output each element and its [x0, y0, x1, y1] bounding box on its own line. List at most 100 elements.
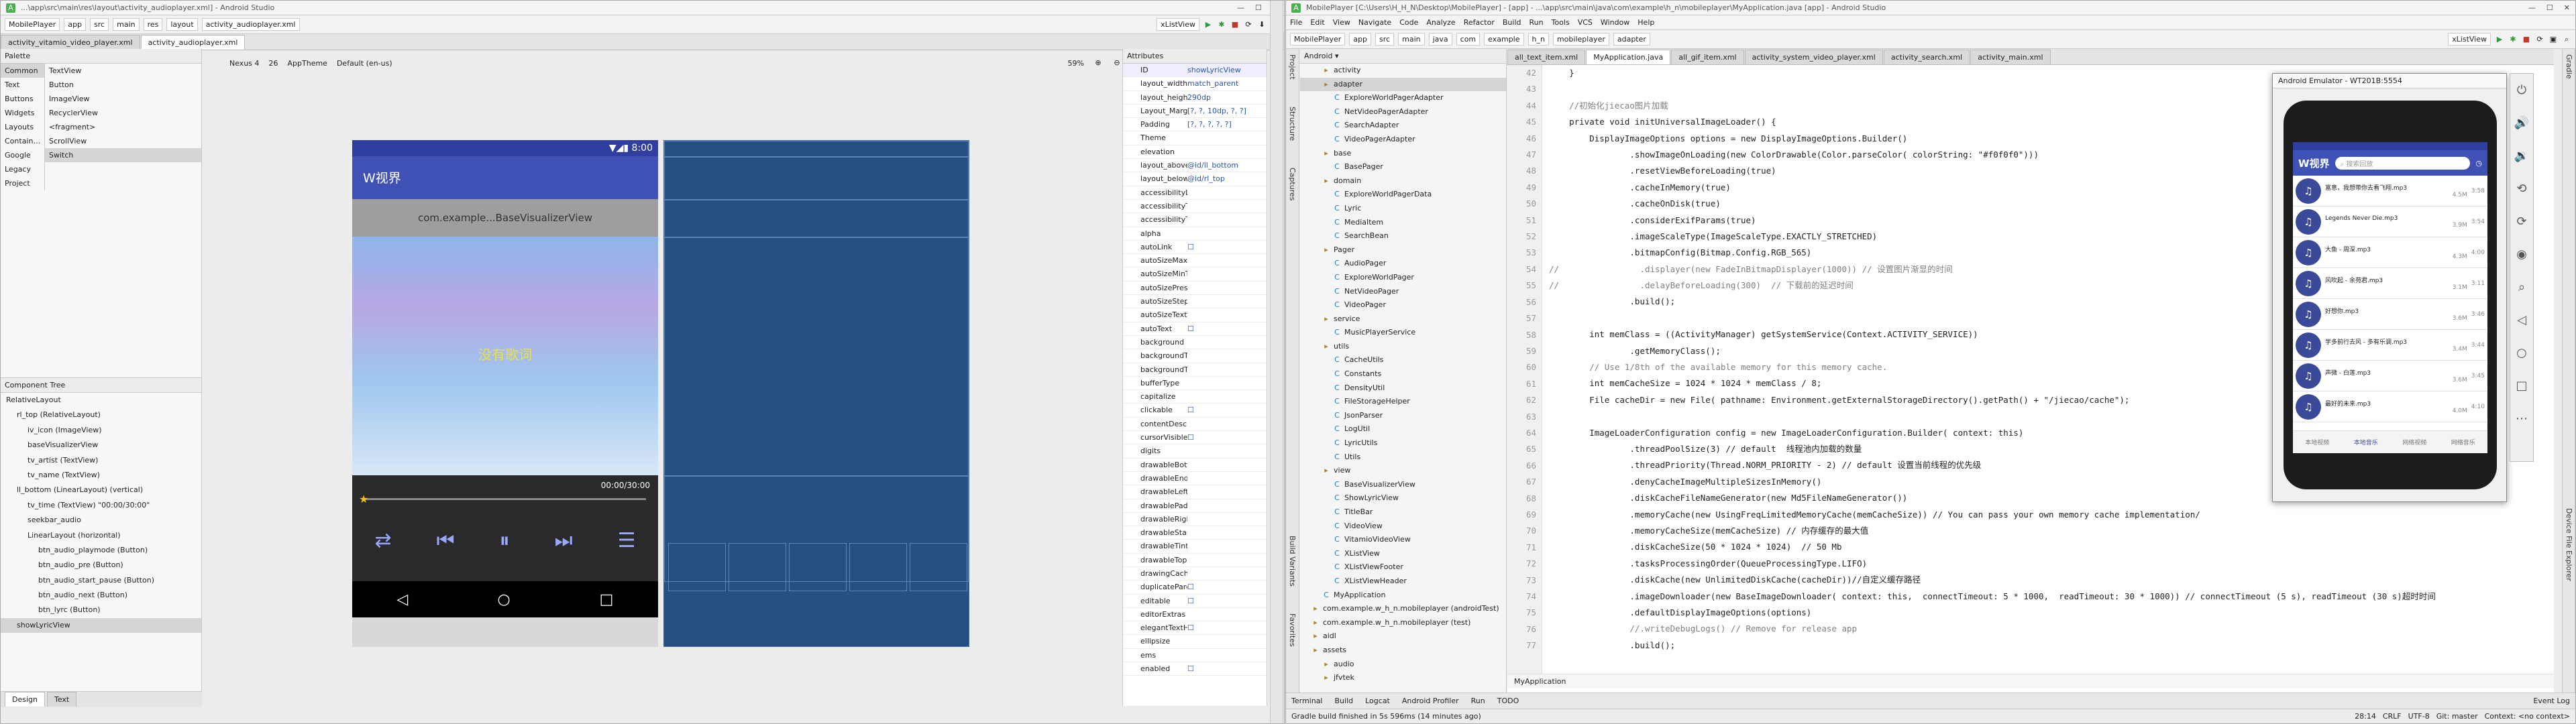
menu-item[interactable]: Build: [1503, 18, 1521, 27]
menu-item[interactable]: Tools: [1552, 18, 1570, 27]
attribute-value[interactable]: [1187, 200, 1267, 213]
status-caret[interactable]: 28:14: [2355, 712, 2376, 721]
tree-class[interactable]: C CacheUtils: [1300, 353, 1506, 367]
menu-item[interactable]: Refactor: [1464, 18, 1495, 27]
tree-class[interactable]: C JsonParser: [1300, 409, 1506, 423]
tab-vitamio-player[interactable]: activity_vitamio_video_player.xml: [1, 35, 140, 50]
tree-class[interactable]: C BaseVisualizerView: [1300, 478, 1506, 492]
preview-seekbar[interactable]: [364, 498, 646, 500]
volume-down-icon[interactable]: 🔉: [2514, 149, 2529, 163]
status-git[interactable]: Git: master: [2436, 712, 2478, 721]
pause-icon[interactable]: ⏸: [500, 529, 510, 552]
power-icon[interactable]: ⏻: [2517, 83, 2526, 97]
palette-item[interactable]: Button: [45, 78, 201, 92]
palette-category[interactable]: Google: [1, 148, 44, 162]
tree-folder[interactable]: ▸ view: [1300, 464, 1506, 478]
sync-icon[interactable]: ⟳: [1244, 20, 1253, 29]
tree-class[interactable]: C NetVideoPager: [1300, 285, 1506, 299]
tab-design[interactable]: Design: [5, 692, 45, 707]
attribute-value[interactable]: ☐: [1187, 581, 1267, 593]
palette-category[interactable]: Layouts: [1, 120, 44, 134]
maximize-icon[interactable]: ☐: [2546, 3, 2553, 12]
emulator-search-box[interactable]: ⌕ 搜索回放: [2334, 156, 2471, 170]
attribute-value[interactable]: [1187, 418, 1267, 430]
tree-class[interactable]: C MediaItem: [1300, 216, 1506, 230]
tool-build[interactable]: Build: [1335, 697, 1354, 705]
rotate-right-icon[interactable]: ⟳: [2516, 215, 2526, 229]
attribute-value[interactable]: ☐: [1187, 322, 1267, 335]
tree-class[interactable]: C VitamioVideoView: [1300, 533, 1506, 547]
palette-category[interactable]: Containers: [1, 134, 44, 148]
attribute-value[interactable]: ☐: [1187, 241, 1267, 253]
tree-class[interactable]: C FileStorageHelper: [1300, 395, 1506, 409]
palette-category[interactable]: Project: [1, 176, 44, 190]
attribute-value[interactable]: [?, ?, ?, ?, ?]: [1187, 118, 1267, 131]
attribute-value[interactable]: [1187, 567, 1267, 580]
song-item[interactable]: ♫ 大鱼 - 周深.mp3 4.3M 4:00: [2293, 237, 2487, 268]
breadcrumb-item[interactable]: adapter: [1613, 33, 1650, 46]
attribute-value[interactable]: [1187, 213, 1267, 226]
breadcrumb-item[interactable]: app: [1349, 33, 1372, 46]
song-item[interactable]: ♫ 风吹起 - 余苑君.mp3 3.1M 3:11: [2293, 268, 2487, 299]
editor-breadcrumb[interactable]: MyApplication: [1507, 674, 2554, 688]
tab-text[interactable]: Text: [46, 692, 77, 707]
attribute-value[interactable]: [?, ?, 10dp, ?, ?]: [1187, 105, 1267, 117]
attribute-value[interactable]: [1187, 459, 1267, 471]
bottom-tab[interactable]: 本地音乐: [2354, 438, 2378, 446]
home-icon[interactable]: ○: [497, 591, 510, 608]
menu-item[interactable]: Navigate: [1358, 18, 1391, 27]
stripe-structure[interactable]: Structure: [1288, 107, 1297, 141]
attribute-value[interactable]: [1187, 499, 1267, 512]
crumb-src[interactable]: src: [90, 18, 109, 31]
avd-manager-icon[interactable]: ▣: [2548, 35, 2558, 44]
attribute-value[interactable]: [1187, 554, 1267, 566]
attribute-value[interactable]: [1187, 513, 1267, 526]
tool-profiler[interactable]: Android Profiler: [1402, 697, 1459, 705]
attribute-value[interactable]: [1187, 145, 1267, 158]
tree-class[interactable]: C MusicPlayerService: [1300, 326, 1506, 340]
palette-category[interactable]: Legacy: [1, 162, 44, 176]
attribute-value[interactable]: [1187, 635, 1267, 648]
palette-item[interactable]: RecyclerView: [45, 106, 201, 120]
screenshot-icon[interactable]: ◉: [2516, 247, 2527, 261]
editor-tab[interactable]: activity_main.xml: [1970, 50, 2051, 64]
menu-item[interactable]: Analyze: [1426, 18, 1455, 27]
crumb-project[interactable]: MobilePlayer: [5, 18, 60, 31]
crumb-app[interactable]: app: [64, 18, 87, 31]
debug-icon[interactable]: ✱: [1217, 20, 1226, 29]
attribute-value[interactable]: [1187, 186, 1267, 199]
crumb-file[interactable]: activity_audioplayer.xml: [201, 18, 300, 31]
menu-item[interactable]: View: [1333, 18, 1350, 27]
tree-folder[interactable]: ▸ audio: [1300, 658, 1506, 672]
component-tree-node[interactable]: ll_bottom (LinearLayout) (vertical): [1, 483, 201, 497]
history-icon[interactable]: ◷: [2475, 159, 2482, 168]
palette-item[interactable]: Switch: [45, 148, 201, 162]
tree-folder[interactable]: ▸ adapter: [1300, 77, 1506, 92]
api-dropdown[interactable]: 26: [269, 59, 278, 68]
component-tree-node[interactable]: btn_audio_pre (Button): [1, 558, 201, 572]
menu-item[interactable]: Window: [1601, 18, 1629, 27]
recents-icon[interactable]: □: [600, 591, 614, 608]
device-selector[interactable]: xListView: [1157, 18, 1199, 31]
tree-class[interactable]: C VideoView: [1300, 520, 1506, 534]
component-tree-node[interactable]: btn_audio_playmode (Button): [1, 543, 201, 558]
theme-dropdown[interactable]: AppTheme: [288, 59, 327, 68]
song-item[interactable]: ♫ 好想你.mp3 3.6M 3:46: [2293, 299, 2487, 330]
status-line-sep[interactable]: CRLF: [2383, 712, 2402, 721]
palette-item[interactable]: TextView: [45, 64, 201, 78]
attribute-value[interactable]: [1187, 295, 1267, 308]
song-item[interactable]: ♫ Legends Never Die.mp3 3.9M 3:54: [2293, 206, 2487, 237]
attribute-value[interactable]: [1187, 254, 1267, 267]
next-icon[interactable]: ⏭: [555, 529, 573, 552]
attribute-value[interactable]: [1187, 390, 1267, 403]
breadcrumb-item[interactable]: src: [1375, 33, 1395, 46]
crumb-res[interactable]: res: [143, 18, 163, 31]
menu-item[interactable]: File: [1290, 18, 1302, 27]
component-tree-node[interactable]: tv_name (TextView): [1, 468, 201, 483]
attribute-value[interactable]: ☐: [1187, 431, 1267, 444]
tree-folder[interactable]: ▸ activity: [1300, 64, 1506, 78]
tree-folder[interactable]: ▸ utils: [1300, 340, 1506, 354]
component-tree-node[interactable]: iv_icon (ImageView): [1, 423, 201, 438]
tool-event-log[interactable]: Event Log: [2533, 697, 2570, 705]
more-icon[interactable]: ⋯: [2516, 412, 2528, 426]
